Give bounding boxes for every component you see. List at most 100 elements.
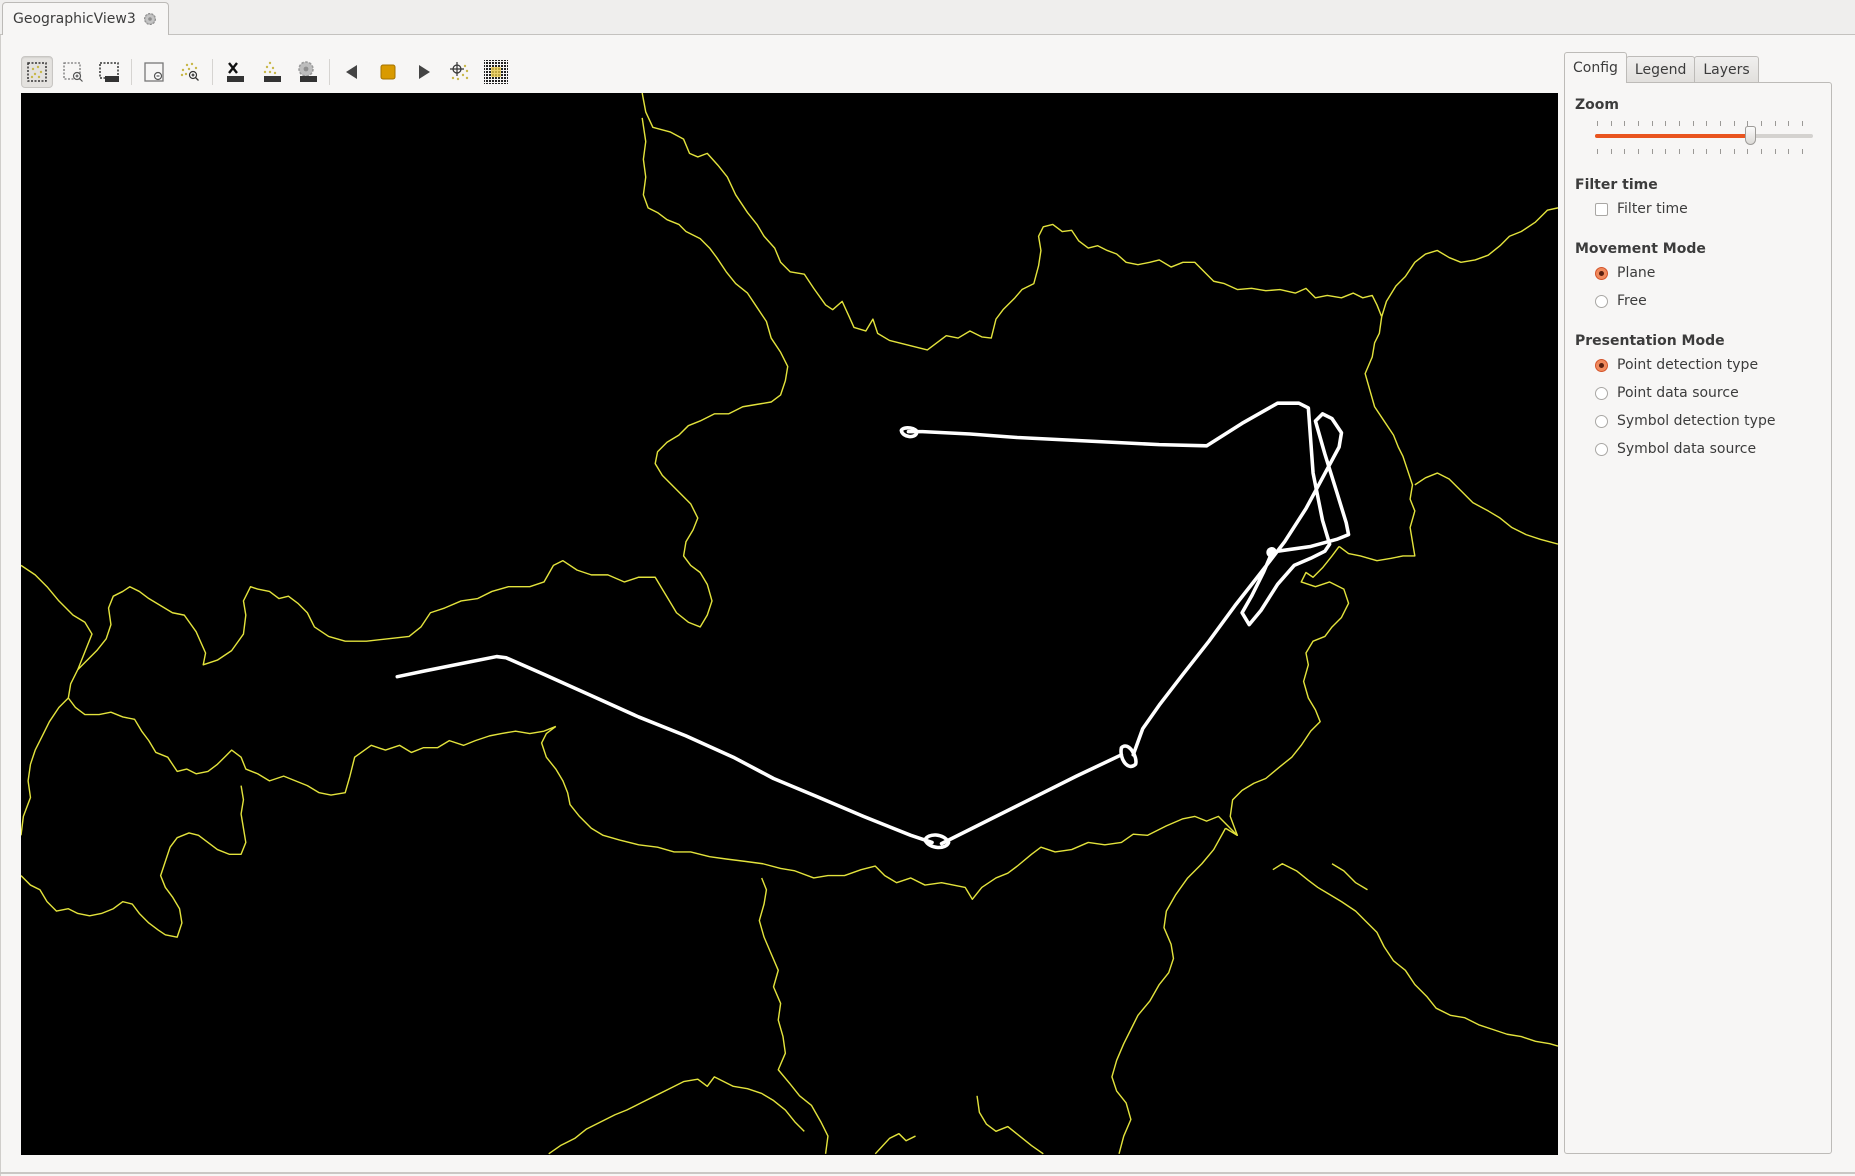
grid-icon [484, 60, 508, 84]
window-bottom-border [0, 1172, 1855, 1174]
border-east-italy [1331, 863, 1368, 891]
border-coast [548, 1076, 805, 1155]
settings-label-button[interactable] [291, 56, 323, 88]
zoom-slider[interactable] [1595, 117, 1815, 157]
zoom-title: Zoom [1575, 97, 1619, 113]
slider-fill [1595, 134, 1750, 138]
filter-time-checkbox[interactable]: Filter time [1595, 201, 1688, 217]
track-current-position [1266, 547, 1277, 558]
slider-tick [1637, 149, 1639, 154]
slider-tick [1774, 149, 1776, 154]
slider-tick [1719, 121, 1721, 126]
track-west-segment [395, 654, 934, 845]
gear-icon[interactable] [142, 11, 158, 27]
border-swiss-italy [21, 697, 69, 836]
next-button[interactable] [408, 56, 440, 88]
slider-tick [1788, 149, 1790, 154]
slider-tick [1637, 121, 1639, 126]
select-label-button[interactable] [93, 56, 125, 88]
zoom-out-button[interactable] [138, 56, 170, 88]
slider-tick [1678, 149, 1680, 154]
slider-tick [1706, 149, 1708, 154]
radio-button[interactable] [1595, 442, 1608, 456]
checkbox[interactable] [1595, 202, 1608, 216]
tab-title: GeographicView3 [13, 11, 136, 27]
slider-tick [1733, 149, 1735, 154]
radio-button[interactable] [1595, 358, 1608, 372]
radio-point-data-source[interactable]: Point data source [1595, 385, 1739, 401]
config-panel: Zoom Filter time Filter time Movement Mo… [1564, 82, 1832, 1154]
map-svg [21, 93, 1558, 1155]
slider-tick [1665, 149, 1667, 154]
toolbar-separator [329, 59, 330, 85]
slider-tick [1665, 121, 1667, 126]
slider-tick [1706, 121, 1708, 126]
radio-button[interactable] [1595, 414, 1608, 428]
previous-button[interactable] [336, 56, 368, 88]
filter-time-label: Filter time [1617, 201, 1688, 217]
map-canvas[interactable] [21, 93, 1558, 1155]
zoom-to-points-button[interactable] [174, 56, 206, 88]
slider-tick [1651, 121, 1653, 126]
radio-label: Point data source [1617, 385, 1739, 401]
flight-track [395, 401, 1351, 850]
movement-mode-title: Movement Mode [1575, 241, 1706, 257]
radio-button[interactable] [1595, 266, 1608, 280]
center-on-point-button[interactable] [444, 56, 476, 88]
radio-free[interactable]: Free [1595, 293, 1647, 309]
slider-tick [1801, 121, 1803, 126]
points-label-button[interactable] [255, 56, 287, 88]
slider-ticks-top [1597, 121, 1803, 126]
grid-button[interactable] [480, 56, 512, 88]
radio-symbol-data-source[interactable]: Symbol data source [1595, 441, 1756, 457]
toolbar-separator [212, 59, 213, 85]
radio-label: Free [1617, 293, 1647, 309]
zoom-to-selection-button[interactable] [57, 56, 89, 88]
slider-ticks-bottom [1597, 149, 1803, 154]
radio-label: Point detection type [1617, 357, 1759, 373]
slider-tick [1733, 121, 1735, 126]
slider-tick [1747, 149, 1749, 154]
border-poland-czech [1381, 207, 1558, 317]
slider-handle[interactable] [1744, 126, 1756, 145]
radio-plane[interactable]: Plane [1595, 265, 1655, 281]
border-italy-inner [21, 785, 247, 938]
stop-button[interactable] [372, 56, 404, 88]
select-all-button[interactable] [21, 56, 53, 88]
map-toolbar [21, 54, 516, 90]
slider-tick [1651, 149, 1653, 154]
border-czech-slovakia [1338, 316, 1416, 562]
stop-icon [380, 64, 396, 80]
border-germany-austria [77, 117, 789, 671]
slider-tick [1610, 149, 1612, 154]
slider-tick [1760, 149, 1762, 154]
filter-time-title: Filter time [1575, 177, 1658, 193]
tab-layers[interactable]: Layers [1694, 56, 1759, 83]
radio-label: Symbol data source [1617, 441, 1757, 457]
border-croatia-hungary [1272, 863, 1558, 1047]
country-borders [21, 93, 1558, 1155]
slider-tick [1692, 149, 1694, 154]
radio-button[interactable] [1595, 386, 1608, 400]
radio-label: Symbol detection type [1617, 413, 1776, 429]
points-label-icon [263, 61, 281, 82]
tab-geographic-view[interactable]: GeographicView3 [2, 2, 169, 35]
radio-button[interactable] [1595, 294, 1608, 308]
slider-tick [1719, 149, 1721, 154]
select-label-icon [99, 62, 119, 82]
slider-tick [1624, 121, 1626, 126]
track-north-segment [906, 401, 1351, 757]
toolbar-separator [131, 59, 132, 85]
zoom-out-icon [144, 62, 164, 82]
border-slovenia-croatia [1111, 827, 1227, 1154]
tab-legend[interactable]: Legend [1625, 56, 1696, 83]
border-croatia-south [976, 1095, 1044, 1155]
slider-tick [1760, 121, 1762, 126]
slider-tick [1774, 121, 1776, 126]
tab-config[interactable]: Config [1564, 52, 1627, 83]
slider-tick [1610, 121, 1612, 126]
radio-point-detection-type[interactable]: Point detection type [1595, 357, 1758, 373]
delete-label-button[interactable] [219, 56, 251, 88]
radio-symbol-detection-type[interactable]: Symbol detection type [1595, 413, 1775, 429]
slider-tick [1624, 149, 1626, 154]
